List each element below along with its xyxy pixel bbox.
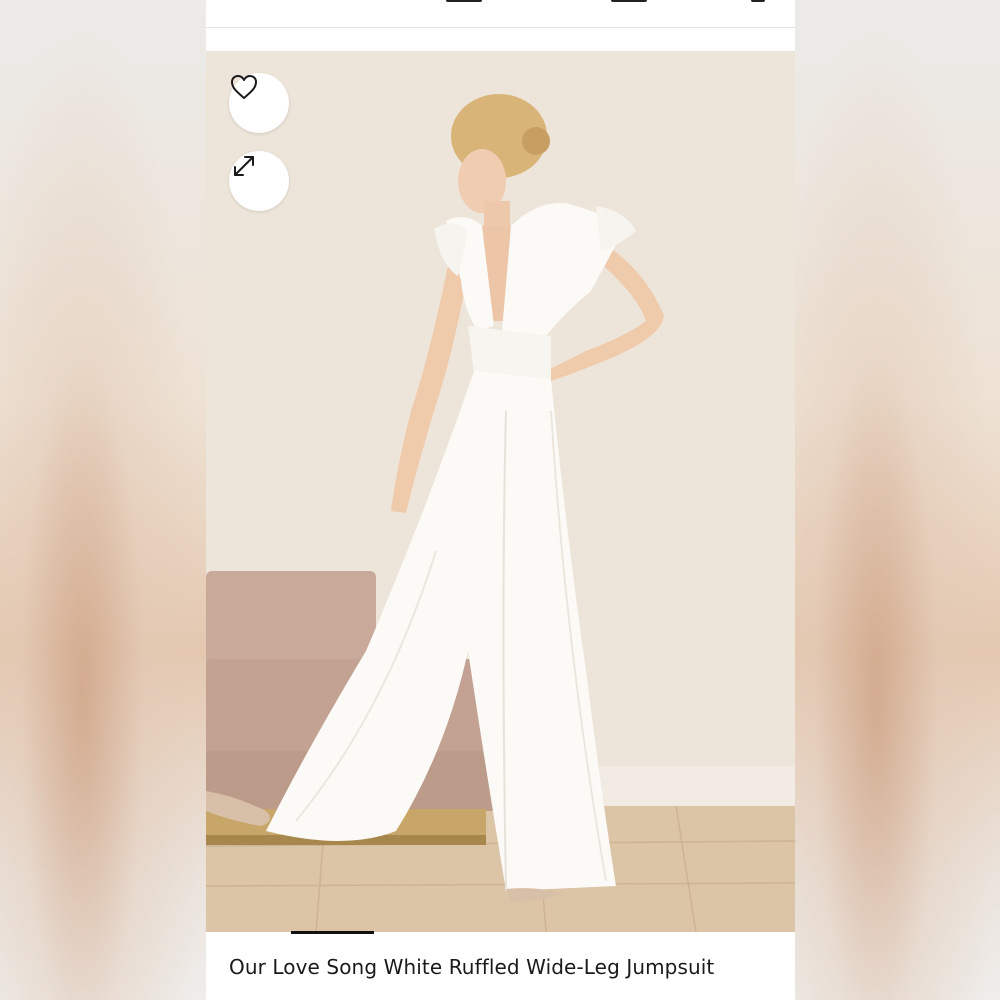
blurred-background-left	[0, 0, 206, 1000]
nav-icon[interactable]	[446, 0, 482, 2]
top-navigation-bar	[206, 0, 795, 28]
rating-stars-icon	[229, 996, 259, 1000]
product-page: Our Love Song White Ruffled Wide-Leg Jum…	[206, 0, 795, 1000]
product-image[interactable]	[206, 51, 795, 932]
nav-icon[interactable]	[751, 0, 765, 2]
favorite-button[interactable]	[229, 73, 289, 133]
heart-outline-icon	[231, 75, 257, 99]
gallery-pager-indicator	[291, 931, 374, 934]
blurred-background-right	[794, 0, 1000, 1000]
product-photo	[206, 51, 795, 932]
expand-arrows-icon	[234, 156, 254, 176]
nav-icon[interactable]	[611, 0, 647, 2]
expand-image-button[interactable]	[229, 151, 289, 211]
product-title: Our Love Song White Ruffled Wide-Leg Jum…	[229, 955, 715, 979]
